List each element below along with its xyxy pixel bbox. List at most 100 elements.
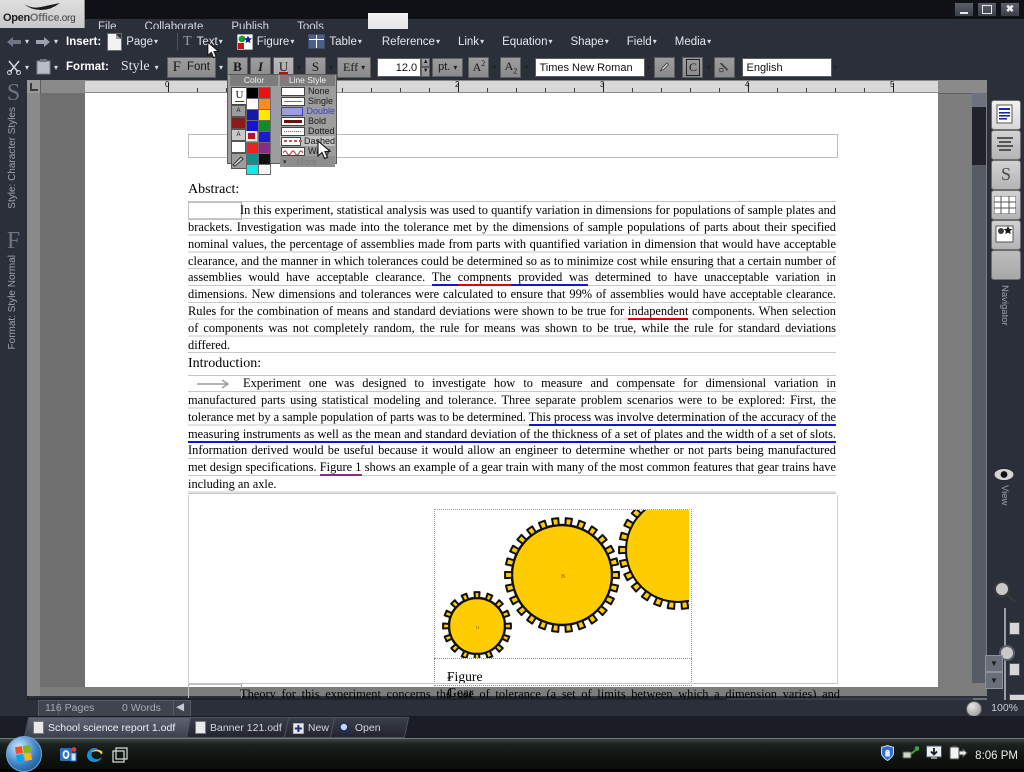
subscript-dropdown-icon[interactable]: ▾ [524, 63, 528, 72]
insert-table-button[interactable]: Table [329, 36, 357, 48]
cut-dropdown-icon[interactable]: ▾ [25, 63, 29, 72]
insert-figure-button[interactable]: Figure [257, 36, 290, 48]
font-name-dropdown-icon[interactable]: ▾ [646, 63, 650, 72]
close-button[interactable]: ✖ [1000, 2, 1020, 17]
reference-dropdown-icon[interactable]: ▾ [436, 37, 440, 46]
page-dropdown-icon[interactable]: ▾ [154, 37, 158, 46]
font-dropdown-icon[interactable]: ▾ [219, 63, 223, 72]
insert-page-button[interactable]: Page [126, 36, 153, 48]
vertical-ruler[interactable] [27, 93, 40, 696]
media-dropdown-icon[interactable]: ▾ [707, 37, 711, 46]
underline-single[interactable]: Single [280, 96, 335, 106]
insert-reference-button[interactable]: Reference [382, 36, 435, 48]
font-name-input[interactable]: Times New Roman [535, 57, 646, 77]
zoom-one-page-icon[interactable] [1009, 622, 1020, 635]
effects-dropdown-icon[interactable]: ▾ [361, 63, 365, 72]
introduction-paragraph[interactable]: Experiment one was designed to investiga… [188, 375, 837, 493]
document-page[interactable]: Abstract: In this experiment, statistica… [85, 93, 938, 764]
forward-dropdown-icon[interactable]: ▾ [54, 37, 58, 46]
character-color-dropdown-icon[interactable]: ▾ [706, 63, 710, 72]
view-eye-icon[interactable] [993, 468, 1015, 486]
view-label[interactable]: View [999, 485, 1010, 505]
underline-double[interactable]: Double [280, 106, 335, 116]
next-page-button[interactable]: ▼ [985, 672, 1003, 689]
security-shield-icon[interactable] [880, 744, 895, 766]
insert-media-button[interactable]: Media [675, 36, 706, 48]
field-dropdown-icon[interactable]: ▾ [653, 37, 657, 46]
equation-dropdown-icon[interactable]: ▾ [548, 37, 552, 46]
start-button[interactable] [6, 736, 42, 772]
intro-figure-link[interactable]: Figure 1 [319, 460, 362, 477]
underline-none[interactable]: None [280, 86, 335, 96]
gallery-icon[interactable] [991, 220, 1021, 250]
windows-update-icon[interactable] [926, 745, 943, 766]
underline-dropdown-icon[interactable]: ▾ [297, 63, 301, 72]
blank-panel-icon[interactable] [991, 250, 1021, 280]
back-arrow-icon[interactable] [4, 34, 24, 50]
insert-equation-button[interactable]: Equation [502, 36, 547, 48]
openoffice-logo-tab[interactable]: OpenOffice.org [0, 0, 85, 28]
status-bar: 116 Pages 0 Words ◀ 100% [0, 700, 1024, 717]
language-dropdown-icon[interactable]: ▾ [833, 63, 837, 72]
underline-bold[interactable]: Bold [280, 116, 335, 126]
unit-dropdown-icon[interactable]: ▾ [453, 63, 457, 72]
oo-task-open-button[interactable]: Open [329, 717, 410, 738]
previous-page-button[interactable]: ▼ [985, 655, 1003, 672]
underline-dotted[interactable]: Dotted [280, 126, 335, 136]
document-properties-icon[interactable] [991, 100, 1021, 130]
figure-dropdown-icon[interactable]: ▾ [290, 37, 294, 46]
effects-button[interactable]: Eff ▾ [337, 56, 372, 78]
font-size-input[interactable]: 12.0 [377, 57, 422, 77]
vertical-scroll-thumb[interactable] [972, 107, 986, 165]
scroll-up-button[interactable] [972, 93, 986, 107]
horizontal-ruler[interactable]: 0 1 2 3 4 5 [27, 80, 987, 94]
navigator-label[interactable]: Navigator [999, 285, 1010, 326]
superscript-button[interactable]: A2 [468, 56, 490, 78]
maximize-button[interactable] [977, 2, 997, 17]
superscript-dropdown-icon[interactable]: ▾ [492, 63, 496, 72]
table-dropdown-icon[interactable]: ▾ [358, 37, 362, 46]
battery-icon[interactable] [949, 745, 968, 766]
character-color-button[interactable]: C [682, 56, 704, 78]
paste-dropdown-icon[interactable]: ▾ [54, 63, 58, 72]
zoom-magnifier-icon[interactable] [993, 580, 1017, 609]
shape-dropdown-icon[interactable]: ▾ [605, 37, 609, 46]
unit-button[interactable]: pt. ▾ [432, 57, 464, 77]
network-icon[interactable] [902, 745, 920, 766]
abstract-paragraph[interactable]: In this experiment, statistical analysis… [188, 202, 836, 354]
zoom-percent[interactable]: 100% [991, 702, 1018, 714]
cut-icon[interactable] [4, 59, 24, 75]
outlook-icon[interactable] [60, 747, 77, 763]
style-button[interactable]: Style [121, 59, 150, 75]
more-chevron-icon: ▾ [283, 158, 287, 166]
show-desktop-icon[interactable] [112, 747, 128, 763]
paragraph-styles-icon[interactable] [991, 130, 1021, 160]
font-color-button[interactable] [654, 56, 676, 78]
color-palette[interactable]: U A A [230, 86, 277, 175]
ruler-corner[interactable] [27, 80, 41, 93]
style-dropdown-icon[interactable]: ▾ [155, 63, 159, 72]
strikethrough-dropdown-icon[interactable]: ▾ [329, 63, 333, 72]
paste-icon[interactable] [33, 59, 53, 75]
insert-shape-button[interactable]: Shape [571, 36, 604, 48]
insert-link-button[interactable]: Link [458, 36, 479, 48]
back-dropdown-icon[interactable]: ▾ [25, 37, 29, 46]
character-styles-icon[interactable]: S [991, 160, 1021, 190]
minimize-button[interactable] [954, 2, 974, 17]
zoom-two-page-icon[interactable] [1009, 663, 1020, 676]
table-icon[interactable] [991, 190, 1021, 220]
internet-explorer-icon[interactable] [86, 747, 103, 763]
figure-caption-frame[interactable]: Figure 1 - Gear train with 3 gears [434, 658, 692, 764]
font-size-stepper[interactable]: ▲ ▼ [421, 57, 431, 77]
character-highlight-button[interactable] [714, 56, 736, 78]
format-style-normal-label[interactable]: Format: Style Normal [7, 255, 18, 349]
language-input[interactable]: English [742, 57, 833, 77]
style-character-styles-label[interactable]: Style: Character Styles [7, 107, 18, 209]
zoom-globe-icon[interactable] [966, 701, 982, 717]
vertical-scrollbar[interactable] [972, 93, 986, 683]
forward-arrow-icon[interactable] [33, 34, 53, 50]
insert-field-button[interactable]: Field [627, 36, 652, 48]
subscript-button[interactable]: A2 [500, 56, 522, 78]
link-dropdown-icon[interactable]: ▾ [480, 37, 484, 46]
taskbar-clock[interactable]: 8:06 PM [975, 750, 1018, 762]
